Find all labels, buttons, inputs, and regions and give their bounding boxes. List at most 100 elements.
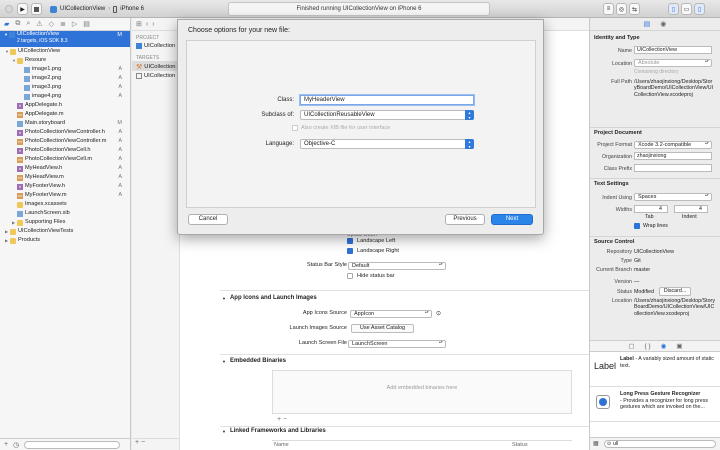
symbol-icon[interactable]: ⧉: [15, 20, 20, 28]
hide-status-bar-row[interactable]: Hide status bar: [347, 273, 395, 279]
app-icons-section-header[interactable]: ▼ App Icons and Launch Images: [222, 295, 317, 301]
search-icon[interactable]: ⌕: [26, 20, 30, 28]
media-library-icon[interactable]: ▣: [676, 342, 682, 350]
launch-screen-popup[interactable]: LaunchScreen: [348, 340, 446, 348]
landscape-left-checkbox[interactable]: [347, 238, 353, 244]
discard-button[interactable]: Discard...: [659, 287, 691, 296]
file-tree-item[interactable]: m AppDelegate.m: [0, 110, 130, 119]
scheme-selector[interactable]: UICollectionView › iPhone 6: [50, 3, 144, 15]
location-popup[interactable]: Absolute: [634, 59, 712, 67]
object-library-icon[interactable]: ◉: [661, 342, 667, 350]
target-item-app[interactable]: ⚒ UICollection: [132, 61, 179, 71]
file-tree-item[interactable]: Images.xcassets: [0, 200, 130, 209]
library-item-label[interactable]: Label Label - A variably sized amount of…: [590, 352, 720, 387]
landscape-right-row[interactable]: Landscape Right: [347, 248, 399, 254]
landscape-left-row[interactable]: Landscape Left: [347, 238, 395, 244]
remove-icon[interactable]: −: [283, 416, 287, 423]
run-button[interactable]: ▶: [17, 3, 28, 15]
file-tree-item[interactable]: image2.png A: [0, 74, 130, 83]
project-root-row[interactable]: ▼ UICollectionView 2 targets, iOS SDK 8.…: [0, 31, 130, 47]
related-items-icon[interactable]: ⊞: [136, 20, 142, 28]
library-filter-field[interactable]: ⊙ ull: [604, 440, 716, 448]
back-icon[interactable]: ‹: [146, 21, 148, 28]
status-bar-style-popup[interactable]: Default: [348, 262, 446, 270]
file-tree-item[interactable]: ▼ Resoure: [0, 56, 130, 65]
chevron-down-icon[interactable]: ▴ ▾: [465, 110, 474, 120]
add-target-icon[interactable]: +: [135, 439, 139, 446]
project-format-popup[interactable]: Xcode 3.2-compatible: [634, 141, 712, 149]
app-icons-source-popup[interactable]: AppIcon: [350, 310, 432, 318]
file-tree-item[interactable]: h AppDelegate.h: [0, 101, 130, 110]
use-asset-catalog-button[interactable]: Use Asset Catalog: [351, 324, 414, 333]
file-tree-item[interactable]: m PhotoCollectionViewCell.m A: [0, 155, 130, 164]
file-tree-item[interactable]: ▶ Products: [0, 236, 130, 245]
toggle-debug-button[interactable]: ▭: [681, 3, 692, 15]
class-name-field[interactable]: MyHeaderView: [300, 95, 474, 105]
name-field[interactable]: UICollectionView: [634, 46, 712, 54]
version-editor-button[interactable]: ⇆: [629, 3, 640, 15]
next-button[interactable]: Next: [491, 214, 533, 225]
filter-field[interactable]: [24, 440, 121, 449]
file-tree-item[interactable]: LaunchScreen.xib: [0, 209, 130, 218]
go-to-asset-icon[interactable]: ⊙: [436, 310, 441, 317]
add-icon[interactable]: +: [4, 441, 8, 448]
debug-icon[interactable]: ≣: [60, 20, 66, 28]
assistant-editor-button[interactable]: ◎: [616, 3, 627, 15]
file-tree-item[interactable]: ▶ Supporting Files: [0, 218, 130, 227]
breakpoint-icon[interactable]: ▷: [72, 20, 77, 28]
name-column-header[interactable]: Name: [274, 442, 289, 448]
file-tree-item[interactable]: m MyFooterView.m A: [0, 191, 130, 200]
forward-icon[interactable]: ›: [152, 21, 154, 28]
file-tree-item[interactable]: image3.png A: [0, 83, 130, 92]
toggle-utilities-button[interactable]: ▯: [694, 3, 705, 15]
source-file-icon: h: [17, 102, 23, 109]
file-tree-item[interactable]: Main.storyboard M: [0, 119, 130, 128]
class-prefix-field[interactable]: [634, 164, 712, 172]
indent-width-field[interactable]: 4: [674, 205, 708, 213]
folder-icon[interactable]: ▰: [4, 20, 9, 28]
code-snippet-icon[interactable]: { }: [645, 343, 651, 350]
file-tree-item[interactable]: image4.png A: [0, 92, 130, 101]
close-window-button[interactable]: [5, 5, 13, 13]
toggle-navigator-button[interactable]: ▯: [668, 3, 679, 15]
standard-editor-button[interactable]: ≡: [603, 3, 614, 15]
wrap-lines-checkbox[interactable]: [634, 223, 640, 230]
file-tree-item[interactable]: h PhotoCollectionViewController.h A: [0, 128, 130, 137]
file-inspector-icon[interactable]: ▤: [644, 20, 651, 28]
report-icon[interactable]: ▤: [83, 20, 90, 28]
linked-section-header[interactable]: ▼ Linked Frameworks and Libraries: [222, 428, 326, 434]
wrap-lines-row[interactable]: Wrap lines: [634, 223, 668, 230]
language-popup[interactable]: Objective-C ▴ ▾: [300, 139, 474, 149]
status-column-header[interactable]: Status: [512, 442, 528, 448]
history-icon[interactable]: ◷: [13, 441, 19, 449]
target-item-tests[interactable]: UICollection: [132, 71, 179, 79]
organization-field[interactable]: zhaojinxiong: [634, 152, 712, 160]
add-icon[interactable]: +: [277, 416, 281, 423]
embedded-section-header[interactable]: ▼ Embedded Binaries: [222, 358, 286, 364]
file-tree-item[interactable]: h MyHeadView.h A: [0, 164, 130, 173]
library-item-long-press[interactable]: Long Press Gesture Recognizer - Provides…: [590, 387, 720, 422]
warning-icon[interactable]: ⚠: [36, 20, 42, 28]
file-tree-item[interactable]: m MyHeadView.m A: [0, 173, 130, 182]
hide-status-bar-checkbox[interactable]: [347, 273, 353, 279]
chevron-down-icon[interactable]: ▴ ▾: [465, 139, 474, 149]
file-template-icon[interactable]: ▢: [628, 342, 634, 350]
cancel-button[interactable]: Cancel: [188, 214, 228, 225]
project-item[interactable]: UICollection: [132, 41, 179, 49]
previous-button[interactable]: Previous: [445, 214, 485, 225]
indent-using-popup[interactable]: Spaces: [634, 193, 712, 201]
test-icon[interactable]: ◇: [49, 20, 54, 28]
file-tree-item[interactable]: ▼ UICollectionView: [0, 47, 130, 56]
file-tree-item[interactable]: h MyFooterView.h A: [0, 182, 130, 191]
tab-width-field[interactable]: 4: [634, 205, 668, 213]
file-tree-item[interactable]: m PhotoCollectionViewController.m A: [0, 137, 130, 146]
file-tree-item[interactable]: image1.png A: [0, 65, 130, 74]
subclass-combobox[interactable]: UICollectionReusableView ▴ ▾: [300, 110, 474, 120]
quick-help-icon[interactable]: ◉: [660, 20, 666, 28]
file-tree-item[interactable]: ▶ UICollectionViewTests: [0, 227, 130, 236]
file-tree-item[interactable]: h PhotoCollectionViewCell.h A: [0, 146, 130, 155]
remove-target-icon[interactable]: −: [141, 439, 145, 446]
grid-view-icon[interactable]: ▦: [593, 440, 599, 447]
landscape-right-checkbox[interactable]: [347, 248, 353, 254]
stop-button[interactable]: [31, 3, 42, 15]
